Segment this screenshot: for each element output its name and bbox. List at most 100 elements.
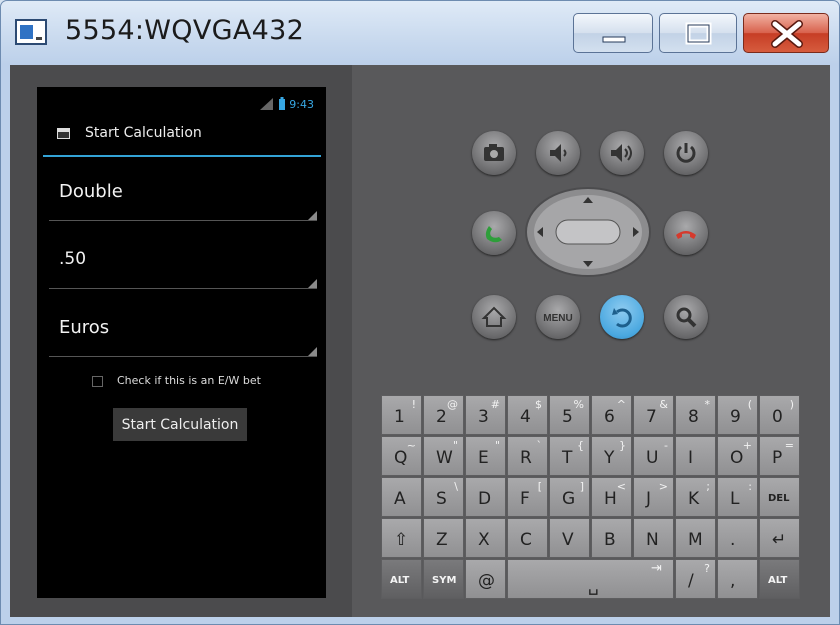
key-label: Z (436, 530, 448, 550)
key-alt-label: * (704, 398, 711, 411)
end-call-button[interactable] (664, 211, 708, 255)
key-row2-7[interactable]: I (675, 436, 716, 476)
key-row3-6[interactable]: J > (633, 477, 674, 517)
key-alt-label: < (616, 480, 626, 493)
key-row1-7[interactable]: 8 * (675, 395, 716, 435)
key-row2-8[interactable]: O + (717, 436, 758, 476)
volume-up-button[interactable] (600, 131, 644, 175)
key-alt-label: @ (447, 398, 458, 411)
key-row4-9[interactable]: ↵ (759, 518, 800, 558)
key-label: W (436, 448, 453, 468)
key-alt-label: $ (535, 398, 542, 411)
key-alt-label: ; (706, 480, 710, 493)
spinner-underline (49, 356, 317, 357)
sym-key[interactable]: SYM (423, 559, 464, 599)
key-row1-9[interactable]: 0) (759, 395, 800, 435)
home-icon (481, 306, 507, 327)
key-row2-1[interactable]: W " (423, 436, 464, 476)
key-row3-0[interactable]: A (381, 477, 422, 517)
search-button[interactable] (664, 295, 708, 339)
key-row2-2[interactable]: E " (465, 436, 506, 476)
key-row4-4[interactable]: V (549, 518, 590, 558)
key-label: ALT (390, 575, 410, 586)
key-label: 1 (394, 407, 405, 427)
key-label: Y (604, 448, 615, 468)
alt-left-key[interactable]: ALT (381, 559, 422, 599)
key-row1-0[interactable]: 1! (381, 395, 422, 435)
title-bar[interactable]: 5554:WQVGA432 (1, 1, 839, 65)
key-label: ␣ (588, 576, 599, 596)
key-label: J (646, 489, 652, 509)
maximize-button[interactable] (659, 13, 737, 53)
key-row4-2[interactable]: X (465, 518, 506, 558)
home-button[interactable] (472, 295, 516, 339)
key-label: 9 (730, 407, 741, 427)
volume-up-icon (611, 144, 632, 162)
key-row2-3[interactable]: R ` (507, 436, 548, 476)
key-label: F (520, 489, 530, 509)
key-row1-2[interactable]: 3 # (465, 395, 506, 435)
status-clock: 9:43 (289, 97, 314, 111)
key-label: V (562, 530, 574, 550)
odds-spinner[interactable]: .50 (49, 229, 317, 289)
key-label: E (478, 448, 489, 468)
volume-down-button[interactable] (536, 131, 580, 175)
key-alt-label: ] (579, 480, 584, 493)
key-row3-5[interactable]: H < (591, 477, 632, 517)
key-row4-3[interactable]: C (507, 518, 548, 558)
back-button[interactable] (600, 295, 644, 339)
key-row1-6[interactable]: 7 & (633, 395, 674, 435)
key-row1-3[interactable]: 4 $ (507, 395, 548, 435)
key-label: / (688, 571, 694, 591)
emulator-body: 9:43 Start Calculation Double .50 Euros … (10, 65, 830, 617)
key-row1-1[interactable]: 2 @ (423, 395, 464, 435)
power-button[interactable] (664, 131, 708, 175)
key-row4-8[interactable]: . (717, 518, 758, 558)
start-calculation-button[interactable]: Start Calculation (113, 408, 247, 441)
menu-button[interactable]: MENU (536, 295, 580, 339)
call-button[interactable] (472, 211, 516, 255)
key-row3-4[interactable]: G] (549, 477, 590, 517)
ew-bet-checkbox[interactable] (92, 376, 103, 387)
key-row3-3[interactable]: F[ (507, 477, 548, 517)
maximize-icon (685, 22, 712, 45)
key-label: 6 (604, 407, 615, 427)
camera-button[interactable] (472, 131, 516, 175)
close-button[interactable] (743, 13, 829, 53)
key-row3-7[interactable]: K; (675, 477, 716, 517)
key-row3-9[interactable]: DEL (759, 477, 800, 517)
key-label: SYM (432, 575, 457, 586)
key-row4-5[interactable]: B (591, 518, 632, 558)
currency-spinner[interactable]: Euros (49, 297, 317, 357)
key-row1-8[interactable]: 9( (717, 395, 758, 435)
key-row4-6[interactable]: N (633, 518, 674, 558)
key-label: ↵ (772, 530, 787, 550)
key-row2-0[interactable]: Q ~ (381, 436, 422, 476)
key-row2-5[interactable]: Y} (591, 436, 632, 476)
key-row1-5[interactable]: 6 ^ (591, 395, 632, 435)
key-row3-8[interactable]: L: (717, 477, 758, 517)
status-bar: 9:43 (259, 96, 314, 112)
alt-right-key[interactable]: ALT (759, 559, 800, 599)
key-label: L (730, 489, 740, 509)
key-row2-4[interactable]: T{ (549, 436, 590, 476)
key-row4-1[interactable]: Z (423, 518, 464, 558)
comma-key[interactable]: , (717, 559, 758, 599)
dpad[interactable] (525, 187, 651, 277)
slash-key[interactable]: /? (675, 559, 716, 599)
key-row3-1[interactable]: S \ (423, 477, 464, 517)
key-label: , (730, 571, 736, 591)
key-row3-2[interactable]: D (465, 477, 506, 517)
minimize-button[interactable] (573, 13, 653, 53)
key-row2-6[interactable]: U- (633, 436, 674, 476)
key-label: I (688, 448, 694, 468)
bet-type-spinner[interactable]: Double (49, 161, 317, 221)
key-row4-7[interactable]: M (675, 518, 716, 558)
spinner-arrow-icon (308, 279, 317, 288)
end-call-icon (676, 231, 696, 239)
space-key[interactable]: ␣ (507, 559, 674, 599)
key-row2-9[interactable]: P = (759, 436, 800, 476)
at-key[interactable]: @ (465, 559, 506, 599)
key-row1-4[interactable]: 5% (549, 395, 590, 435)
key-row4-0[interactable]: ⇧ (381, 518, 422, 558)
